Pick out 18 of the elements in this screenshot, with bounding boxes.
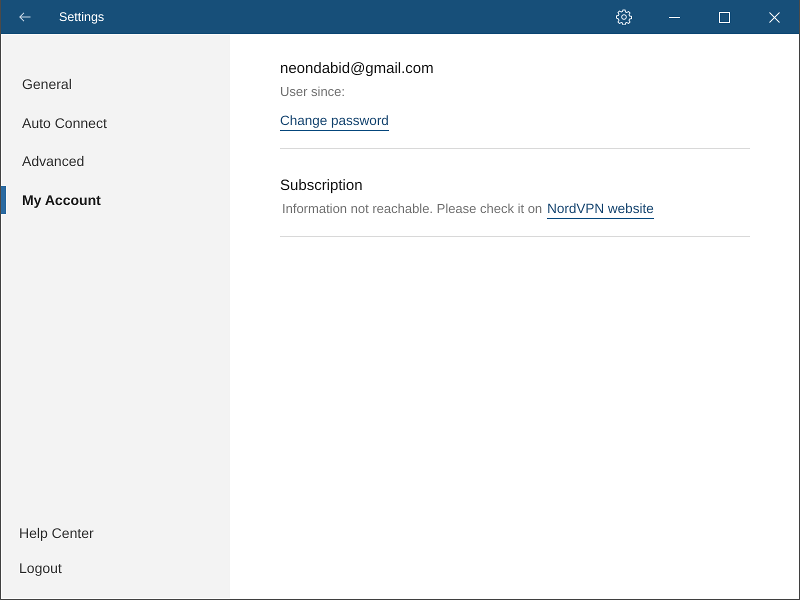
sidebar-item[interactable]: My Account: [1, 186, 113, 214]
sidebar-item[interactable]: Advanced: [1, 147, 96, 176]
arrow-left-icon: [19, 12, 31, 22]
settings-icon: [616, 9, 632, 25]
sidebar-link[interactable]: Help Center: [1, 520, 106, 546]
sidebar-item[interactable]: Auto Connect: [1, 108, 119, 137]
window-title: Settings: [59, 10, 104, 24]
minimize-icon: [668, 16, 680, 18]
user-since-label: User since:: [280, 83, 346, 101]
subscription-message: Information not reachable. Please check it on: [282, 201, 542, 216]
sidebar-item[interactable]: General: [1, 70, 84, 98]
subscription-heading: Subscription: [280, 176, 364, 196]
account-email: neondabid@gmail.com: [280, 59, 435, 79]
change-password-link[interactable]: Change password: [280, 112, 389, 131]
maximize-icon: [718, 12, 730, 22]
sidebar-link[interactable]: Logout: [1, 555, 74, 581]
close-icon: [768, 12, 780, 22]
website-link[interactable]: NordVPN website: [547, 200, 654, 219]
